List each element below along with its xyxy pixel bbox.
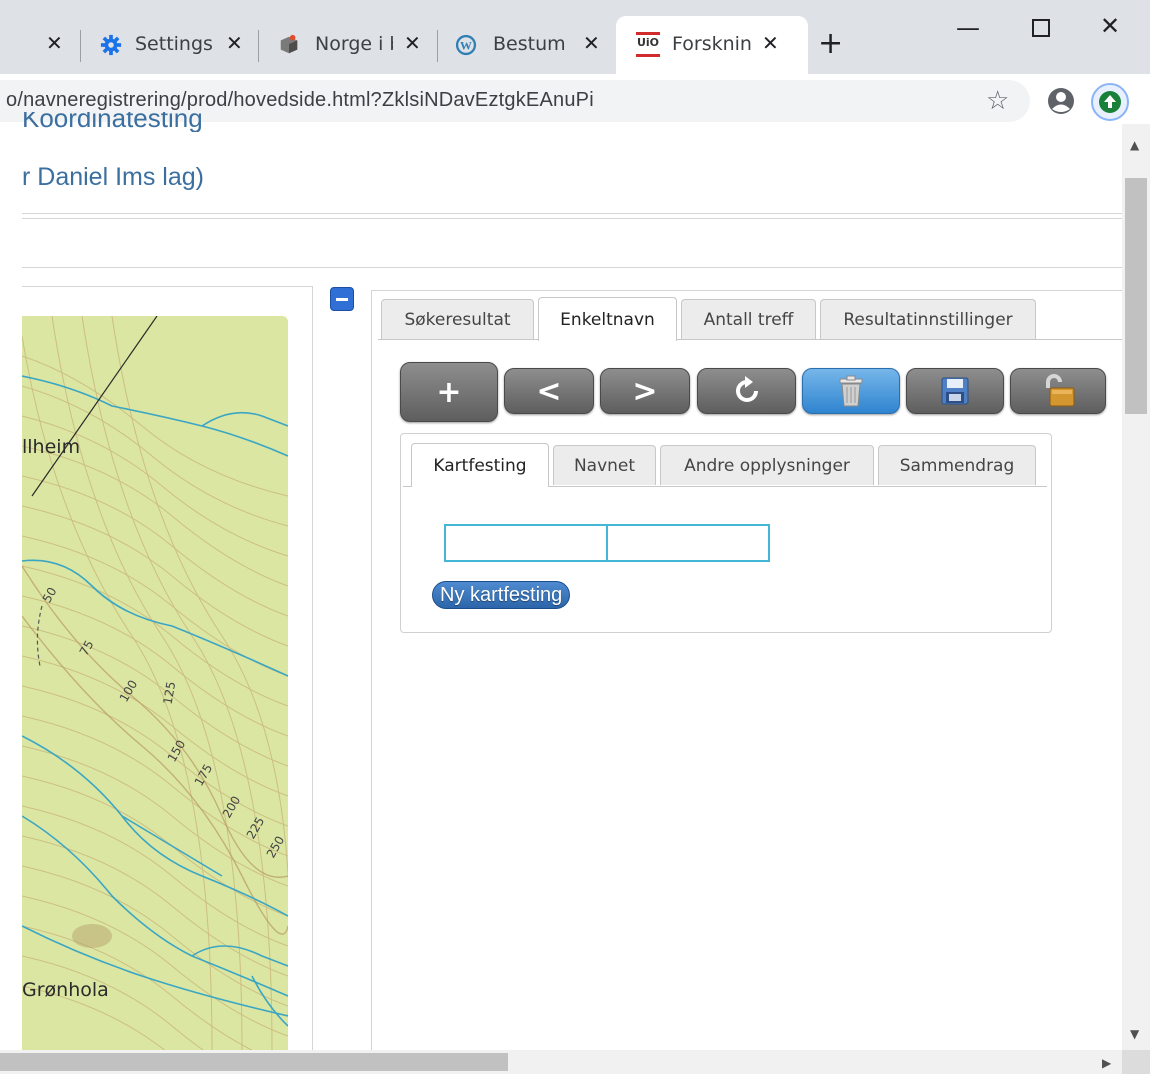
browser-tab-0[interactable]: ✕	[0, 18, 78, 72]
uio-favicon: UiO	[636, 32, 660, 58]
bookmark-star-icon[interactable]: ☆	[986, 86, 1009, 116]
wordpress-icon: W	[455, 34, 477, 56]
coordinate-input-1[interactable]	[446, 526, 606, 560]
browser-tab-bestum[interactable]: W Bestum s ✕	[455, 18, 615, 72]
map-place-label: llheim	[22, 436, 81, 458]
previous-button[interactable]: <	[504, 368, 594, 414]
tab-antall-treff[interactable]: Antall treff	[681, 299, 816, 339]
minus-icon	[336, 298, 348, 301]
cut-heading: Koordinatesting	[22, 112, 203, 132]
trash-icon	[839, 375, 863, 407]
divider	[22, 267, 1122, 268]
tab-title: Bestum s	[493, 33, 571, 55]
refresh-icon	[735, 376, 758, 402]
package-icon	[280, 34, 298, 54]
tab-resultatinnstillinger[interactable]: Resultatinnstillinger	[820, 299, 1036, 339]
tab-kartfesting[interactable]: Kartfesting	[411, 443, 549, 487]
profile-icon[interactable]	[1046, 86, 1076, 116]
tab-navnet[interactable]: Navnet	[553, 445, 656, 485]
tab-title: Settings	[135, 33, 213, 55]
tab-title: Forskning	[672, 33, 752, 55]
url-text[interactable]: o/navneregistrering/prod/hovedside.html?…	[6, 89, 594, 112]
tab-sammendrag[interactable]: Sammendrag	[878, 445, 1036, 485]
unlock-icon	[1046, 374, 1075, 407]
close-tab-icon[interactable]: ✕	[762, 31, 779, 55]
close-tab-icon[interactable]: ✕	[583, 31, 600, 55]
minimize-button[interactable]: —	[956, 14, 980, 42]
close-tab-icon[interactable]: ✕	[46, 31, 63, 55]
gear-icon	[100, 34, 122, 56]
tabs-baseline	[378, 339, 1123, 340]
map-place-label: Grønhola	[22, 979, 109, 1001]
tab-title: Norge i b	[315, 33, 393, 55]
browser-tab-forskning[interactable]: UiO Forskning ✕	[616, 16, 808, 74]
new-tab-button[interactable]: +	[818, 26, 843, 61]
scroll-up-arrow[interactable]: ▲	[1130, 138, 1139, 152]
tab-enkeltnavn[interactable]: Enkeltnavn	[538, 297, 677, 341]
page-subtitle: r Daniel Ims lag)	[22, 163, 204, 191]
browser-tab-settings[interactable]: Settings ✕	[96, 18, 256, 72]
divider	[22, 213, 1122, 214]
topographic-map[interactable]	[22, 316, 288, 1050]
tab-separator	[258, 30, 259, 62]
scroll-right-arrow[interactable]: ▶	[1102, 1056, 1111, 1070]
add-button[interactable]: +	[400, 362, 498, 422]
scrollbar-corner	[1122, 1050, 1150, 1074]
close-tab-icon[interactable]: ✕	[404, 31, 421, 55]
delete-button[interactable]	[802, 368, 900, 414]
tab-separator	[437, 30, 438, 62]
tab-andre-opplysninger[interactable]: Andre opplysninger	[660, 445, 874, 485]
tab-sokeresultat[interactable]: Søkeresultat	[381, 299, 534, 339]
vertical-scroll-thumb[interactable]	[1125, 178, 1147, 414]
horizontal-scroll-thumb[interactable]	[0, 1053, 508, 1071]
scroll-down-arrow[interactable]: ▼	[1130, 1027, 1139, 1041]
maximize-button[interactable]	[1032, 19, 1050, 37]
close-window-button[interactable]: ✕	[1100, 12, 1120, 40]
browser-tab-norge[interactable]: Norge i b ✕	[276, 18, 436, 72]
next-button[interactable]: >	[600, 368, 690, 414]
svg-text:W: W	[460, 39, 472, 53]
save-button[interactable]	[906, 368, 1004, 414]
collapse-panel-button[interactable]	[330, 287, 354, 311]
tab-separator	[80, 30, 81, 62]
new-mapping-button[interactable]: Ny kartfesting	[432, 581, 571, 609]
close-tab-icon[interactable]: ✕	[226, 31, 243, 55]
extension-update-icon[interactable]	[1090, 82, 1130, 122]
coordinate-input-2[interactable]	[608, 526, 768, 560]
save-icon	[941, 377, 969, 405]
refresh-button[interactable]	[697, 368, 796, 414]
map-view[interactable]: llheim Grønhola 50 75 100 125 150 175 20…	[22, 316, 288, 1050]
lock-button[interactable]	[1010, 368, 1106, 414]
divider	[22, 218, 1122, 219]
